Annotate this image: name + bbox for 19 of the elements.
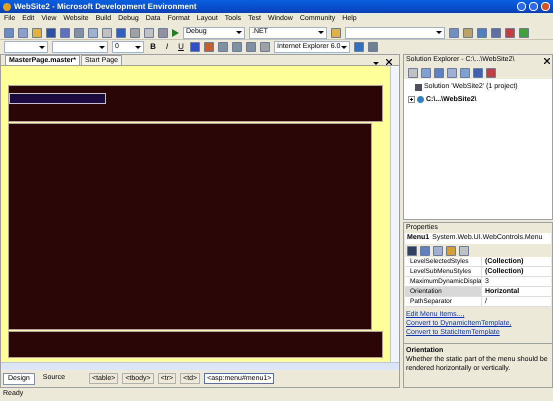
format-button[interactable]: B (148, 41, 158, 53)
caret-icon[interactable] (99, 46, 105, 48)
window-title: WebSite2 - Microsoft Development Environment (14, 0, 198, 12)
caret-icon[interactable] (236, 31, 242, 34)
vertical-scrollbar[interactable] (390, 66, 399, 362)
menu-control[interactable] (9, 93, 106, 104)
caret-icon[interactable] (39, 46, 45, 48)
caret-icon[interactable] (318, 31, 324, 34)
expand-icon[interactable] (408, 96, 415, 104)
play-icon[interactable] (172, 28, 179, 36)
globe-icon (417, 96, 424, 104)
caret-icon[interactable] (341, 46, 347, 48)
horizontal-scrollbar[interactable] (1, 362, 399, 370)
caret-icon[interactable] (135, 46, 141, 48)
app-icon (3, 2, 11, 10)
format-button[interactable]: I (162, 41, 172, 53)
caret-icon[interactable] (436, 31, 442, 34)
format-button[interactable]: U (176, 41, 186, 53)
solution-icon (415, 84, 422, 91)
